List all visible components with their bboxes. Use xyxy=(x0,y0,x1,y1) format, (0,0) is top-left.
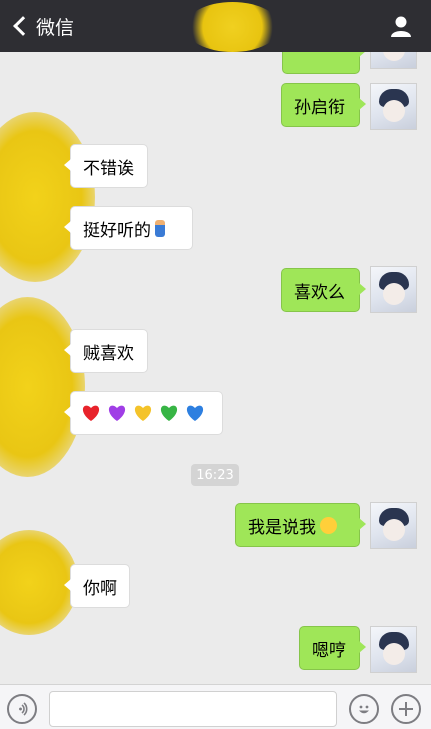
message-bubble-me[interactable]: 我是说我 xyxy=(235,503,366,547)
my-avatar[interactable] xyxy=(370,502,417,549)
my-avatar[interactable] xyxy=(370,83,417,130)
timestamp: 16:23 xyxy=(191,464,239,486)
message-bubble-other[interactable]: 不错诶 xyxy=(64,144,148,188)
message-text: 挺好听的 xyxy=(83,220,151,241)
message-input[interactable] xyxy=(49,691,337,727)
red-heart-icon xyxy=(82,405,100,421)
message-bubble-other[interactable]: 挺好听的 xyxy=(64,206,193,250)
my-avatar[interactable] xyxy=(370,626,417,673)
my-avatar[interactable] xyxy=(370,52,417,69)
message-bubble-me[interactable]: 孙启衔 xyxy=(281,83,366,127)
yellow-heart-icon xyxy=(134,405,152,421)
blue-heart-icon xyxy=(186,405,204,421)
other-avatar-redacted[interactable] xyxy=(0,112,95,282)
person-icon[interactable] xyxy=(389,14,413,38)
message-bubble-me[interactable]: 嗯哼 xyxy=(299,626,366,670)
heart-eyes-emoji-icon xyxy=(320,516,337,534)
nav-bar: 微信 Y xyxy=(0,0,431,52)
walking-emoji-icon xyxy=(155,219,165,237)
chat-area[interactable]: 孙启衔 不错诶 挺好听的 喜欢么 贼喜欢 16:23 我是说我 你啊 嗯哼 xyxy=(0,52,431,684)
purple-heart-icon xyxy=(108,405,126,421)
other-avatar-redacted[interactable] xyxy=(0,297,85,477)
message-bubble-other[interactable]: 你啊 xyxy=(64,564,130,608)
voice-icon[interactable] xyxy=(7,694,37,724)
message-bubble-partial[interactable] xyxy=(282,52,366,74)
input-bar xyxy=(0,684,431,729)
plus-icon[interactable] xyxy=(391,694,421,724)
green-heart-icon xyxy=(160,405,178,421)
message-bubble-other[interactable]: 贼喜欢 xyxy=(64,329,148,373)
title-redaction xyxy=(185,2,280,52)
message-text: 我是说我 xyxy=(248,517,316,538)
message-bubble-me[interactable]: 喜欢么 xyxy=(281,268,366,312)
my-avatar[interactable] xyxy=(370,266,417,313)
emoji-icon[interactable] xyxy=(349,694,379,724)
message-bubble-other-hearts[interactable] xyxy=(64,391,223,435)
